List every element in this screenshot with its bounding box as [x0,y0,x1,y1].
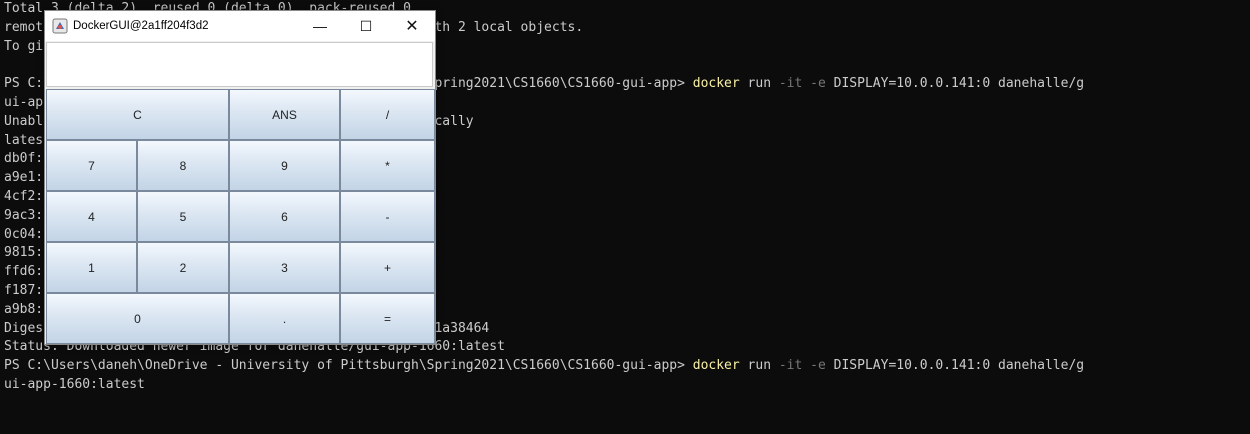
close-button[interactable]: ✕ [389,11,435,41]
key-add-button[interactable]: + [340,242,435,293]
key-6-button[interactable]: 6 [229,191,340,242]
key-decimal-button[interactable]: . [229,293,340,344]
key-8-button[interactable]: 8 [137,140,229,191]
terminal-text: run [739,358,779,374]
terminal-text: DISPLAY=10.0.0.141:0 danehalle/g [825,76,1085,92]
minimize-button[interactable]: — [297,11,343,41]
key-3-button[interactable]: 3 [229,242,340,293]
key-divide-button[interactable]: / [340,89,435,140]
calculator-keypad: C ANS/ 7 8 9 * 4 5 6- 1 2 3 +0. = [46,89,435,344]
key-equals-button[interactable]: = [340,293,435,344]
calculator-display[interactable] [46,42,433,87]
command-keyword: docker [692,358,740,374]
key-ans-button[interactable]: ANS [229,89,340,140]
window-titlebar[interactable]: DockerGUI@2a1ff204f3d2 — ☐ ✕ [45,11,435,41]
java-app-icon [52,18,68,34]
key-multiply-button[interactable]: * [340,140,435,191]
terminal-text: run [739,76,779,92]
terminal-text: PS C:\Users\daneh\OneDrive - University … [4,358,693,374]
terminal-line: ui-app-1660:latest [4,376,145,392]
command-flag: -it -e [778,358,826,374]
key-0-button[interactable]: 0 [46,293,229,344]
calculator-window: DockerGUI@2a1ff204f3d2 — ☐ ✕ C ANS/ 7 8 9 * 4 5… [44,10,436,345]
window-title: DockerGUI@2a1ff204f3d2 [73,20,209,32]
key-5-button[interactable]: 5 [137,191,229,242]
key-9-button[interactable]: 9 [229,140,340,191]
key-7-button[interactable]: 7 [46,140,137,191]
key-1-button[interactable]: 1 [46,242,137,293]
command-keyword: docker [692,76,740,92]
terminal-line: PS C:\Users\daneh\OneDrive - University … [4,357,1250,376]
key-subtract-button[interactable]: - [340,191,435,242]
key-4-button[interactable]: 4 [46,191,137,242]
maximize-button[interactable]: ☐ [343,11,389,41]
key-clear-button[interactable]: C [46,89,229,140]
key-2-button[interactable]: 2 [137,242,229,293]
terminal-text: DISPLAY=10.0.0.141:0 danehalle/g [825,358,1085,374]
command-flag: -it -e [778,76,826,92]
